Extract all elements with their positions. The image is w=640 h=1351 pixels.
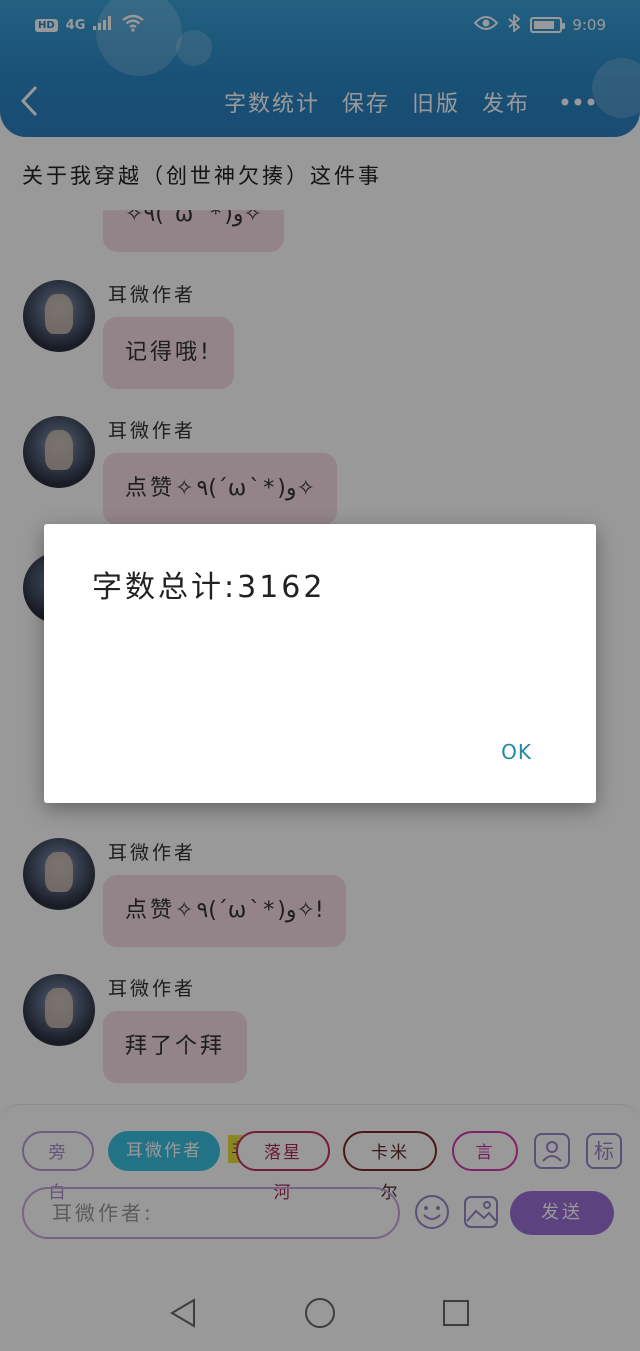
dialog-message: 字数总计:3162 <box>92 570 326 605</box>
dialog-ok-button[interactable]: OK <box>501 740 532 764</box>
word-count-dialog: 字数总计:3162 OK <box>44 524 596 803</box>
